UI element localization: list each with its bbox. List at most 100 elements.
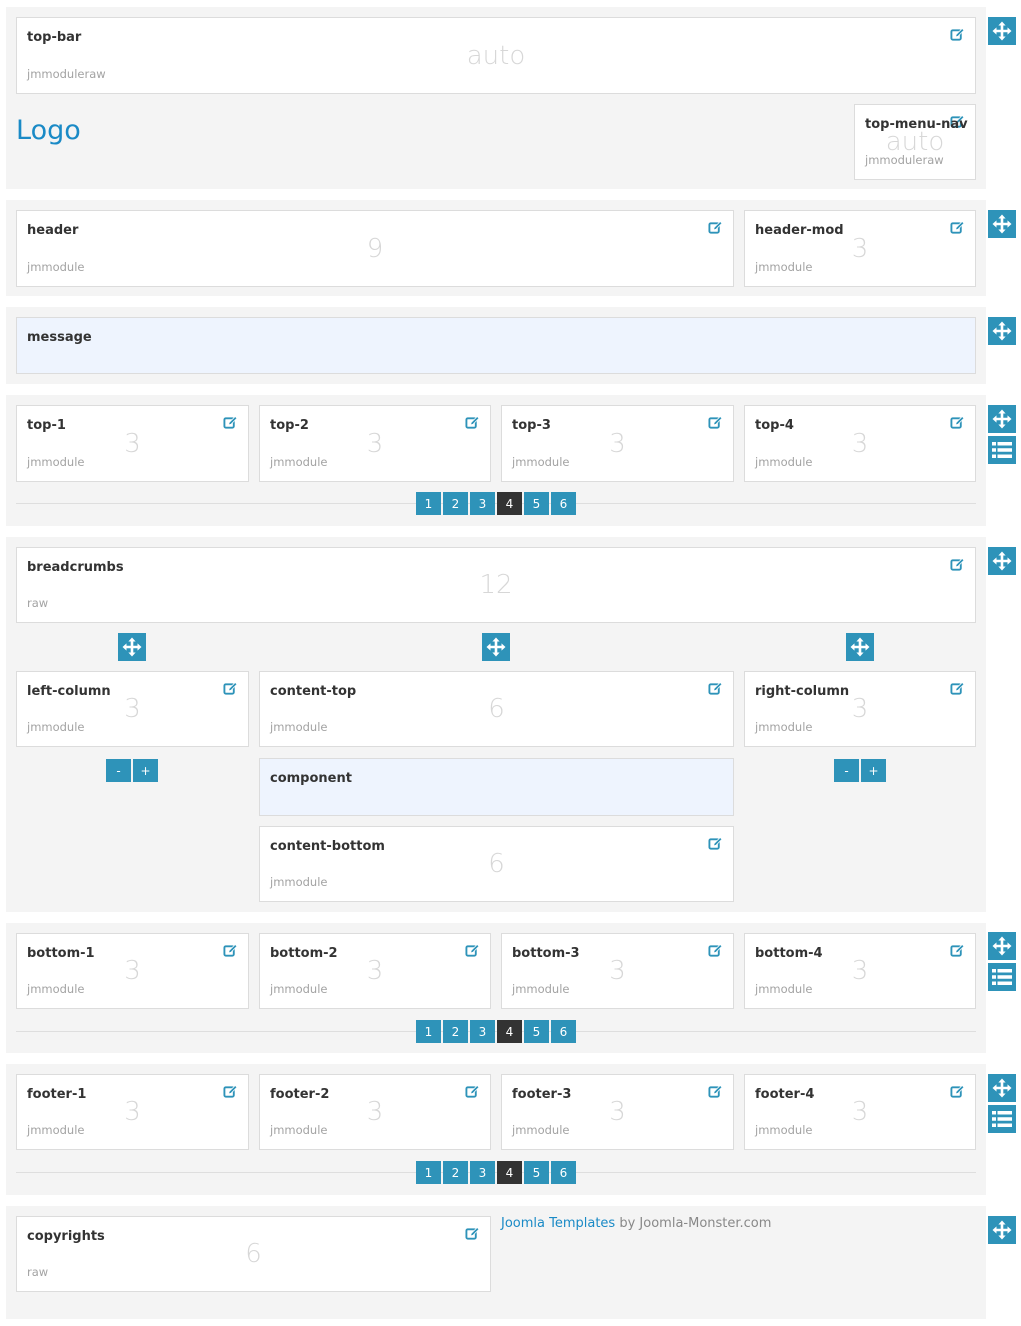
module-header[interactable]: header 9 jmmodule xyxy=(16,210,734,287)
module-footer-2[interactable]: footer-2 3 jmmodule xyxy=(259,1074,491,1150)
edit-icon[interactable] xyxy=(950,557,965,572)
edit-icon[interactable] xyxy=(465,1084,480,1099)
module-copyrights[interactable]: copyrights 6 raw xyxy=(16,1216,491,1292)
edit-icon[interactable] xyxy=(950,681,965,696)
module-top-menu-nav[interactable]: top-menu-nav auto jmmoduleraw xyxy=(854,104,976,180)
move-icon[interactable] xyxy=(482,633,510,661)
page-button[interactable]: 5 xyxy=(524,1020,549,1043)
module-size: 3 xyxy=(124,1097,141,1127)
edit-icon[interactable] xyxy=(950,27,965,42)
module-top-3[interactable]: top-3 3 jmmodule xyxy=(501,405,734,482)
edit-icon[interactable] xyxy=(708,681,723,696)
module-size: 3 xyxy=(366,1097,384,1127)
edit-icon[interactable] xyxy=(223,681,238,696)
move-icon[interactable] xyxy=(988,547,1016,575)
module-component[interactable]: component xyxy=(259,758,734,816)
module-bottom-4[interactable]: bottom-4 3 jmmodule xyxy=(744,933,976,1009)
page-button[interactable]: 6 xyxy=(551,1161,576,1184)
edit-icon[interactable] xyxy=(465,1226,480,1241)
page-button[interactable]: 1 xyxy=(416,1020,441,1043)
page-button[interactable]: 2 xyxy=(443,1020,468,1043)
module-top-2[interactable]: top-2 3 jmmodule xyxy=(259,405,491,482)
edit-icon[interactable] xyxy=(950,943,965,958)
module-size: 9 xyxy=(366,233,384,264)
section-main: breadcrumbs 12 raw left-column 3 jmmodul… xyxy=(6,537,986,912)
page-button[interactable]: 3 xyxy=(470,492,495,515)
module-right-column[interactable]: right-column 3 jmmodule xyxy=(744,671,976,747)
credit-rest: by Joomla-Monster.com xyxy=(615,1216,772,1231)
edit-icon[interactable] xyxy=(223,415,238,430)
section-bottom: bottom-1 3 jmmodule bottom-2 3 jmmodule … xyxy=(6,923,986,1053)
module-bottom-2[interactable]: bottom-2 3 jmmodule xyxy=(259,933,491,1009)
list-icon[interactable] xyxy=(988,1105,1016,1133)
edit-icon[interactable] xyxy=(465,943,480,958)
decrease-button[interactable]: - xyxy=(106,759,131,782)
move-icon[interactable] xyxy=(846,633,874,661)
section-footer: footer-1 3 jmmodule footer-2 3 jmmodule … xyxy=(6,1064,986,1195)
module-type: jmmodule xyxy=(755,260,813,274)
module-top-bar[interactable]: top-bar auto jmmoduleraw xyxy=(16,17,976,94)
module-footer-1[interactable]: footer-1 3 jmmodule xyxy=(16,1074,249,1150)
module-type: jmmodule xyxy=(27,455,85,469)
module-top-1[interactable]: top-1 3 jmmodule xyxy=(16,405,249,482)
page-button[interactable]: 6 xyxy=(551,492,576,515)
module-footer-4[interactable]: footer-4 3 jmmodule xyxy=(744,1074,976,1150)
move-icon[interactable] xyxy=(988,210,1016,238)
move-icon[interactable] xyxy=(988,17,1016,45)
edit-icon[interactable] xyxy=(950,220,965,235)
module-name: breadcrumbs xyxy=(27,560,124,575)
module-name: bottom-1 xyxy=(27,946,95,961)
page-button[interactable]: 6 xyxy=(551,1020,576,1043)
edit-icon[interactable] xyxy=(708,836,723,851)
module-content-top[interactable]: content-top 6 jmmodule xyxy=(259,671,734,747)
module-footer-3[interactable]: footer-3 3 jmmodule xyxy=(501,1074,734,1150)
module-type: jmmodule xyxy=(27,1123,85,1137)
module-name: bottom-2 xyxy=(270,946,338,961)
move-icon[interactable] xyxy=(988,1074,1016,1102)
section-header: header 9 jmmodule header-mod 3 jmmodule xyxy=(6,200,986,296)
page-button[interactable]: 3 xyxy=(470,1161,495,1184)
page-button-active[interactable]: 4 xyxy=(497,1161,522,1184)
edit-icon[interactable] xyxy=(223,943,238,958)
module-bottom-3[interactable]: bottom-3 3 jmmodule xyxy=(501,933,734,1009)
module-size: 3 xyxy=(366,956,384,986)
module-header-mod[interactable]: header-mod 3 jmmodule xyxy=(744,210,976,287)
module-message[interactable]: message xyxy=(16,317,976,374)
module-top-4[interactable]: top-4 3 jmmodule xyxy=(744,405,976,482)
move-icon[interactable] xyxy=(118,633,146,661)
list-icon[interactable] xyxy=(988,963,1016,991)
module-content-bottom[interactable]: content-bottom 6 jmmodule xyxy=(259,826,734,902)
module-name: top-4 xyxy=(755,418,794,433)
edit-icon[interactable] xyxy=(465,415,480,430)
edit-icon[interactable] xyxy=(950,1084,965,1099)
joomla-templates-link[interactable]: Joomla Templates xyxy=(501,1216,615,1231)
edit-icon[interactable] xyxy=(223,1084,238,1099)
module-bottom-1[interactable]: bottom-1 3 jmmodule xyxy=(16,933,249,1009)
page-button[interactable]: 3 xyxy=(470,1020,495,1043)
edit-icon[interactable] xyxy=(708,220,723,235)
edit-icon[interactable] xyxy=(708,943,723,958)
page-button[interactable]: 5 xyxy=(524,1161,549,1184)
credit-text: Joomla Templates by Joomla-Monster.com xyxy=(501,1216,771,1231)
module-breadcrumbs[interactable]: breadcrumbs 12 raw xyxy=(16,547,976,623)
edit-icon[interactable] xyxy=(950,415,965,430)
decrease-button[interactable]: - xyxy=(834,759,859,782)
page-button[interactable]: 5 xyxy=(524,492,549,515)
edit-icon[interactable] xyxy=(708,1084,723,1099)
module-name: content-bottom xyxy=(270,839,385,854)
page-button[interactable]: 1 xyxy=(416,1161,441,1184)
module-left-column[interactable]: left-column 3 jmmodule xyxy=(16,671,249,747)
increase-button[interactable]: + xyxy=(133,759,158,782)
move-icon[interactable] xyxy=(988,1216,1016,1244)
move-icon[interactable] xyxy=(988,317,1016,345)
page-button[interactable]: 2 xyxy=(443,492,468,515)
list-icon[interactable] xyxy=(988,436,1016,464)
move-icon[interactable] xyxy=(988,932,1016,960)
increase-button[interactable]: + xyxy=(861,759,886,782)
page-button-active[interactable]: 4 xyxy=(497,1020,522,1043)
move-icon[interactable] xyxy=(988,405,1016,433)
edit-icon[interactable] xyxy=(708,415,723,430)
page-button[interactable]: 1 xyxy=(416,492,441,515)
page-button-active[interactable]: 4 xyxy=(497,492,522,515)
page-button[interactable]: 2 xyxy=(443,1161,468,1184)
